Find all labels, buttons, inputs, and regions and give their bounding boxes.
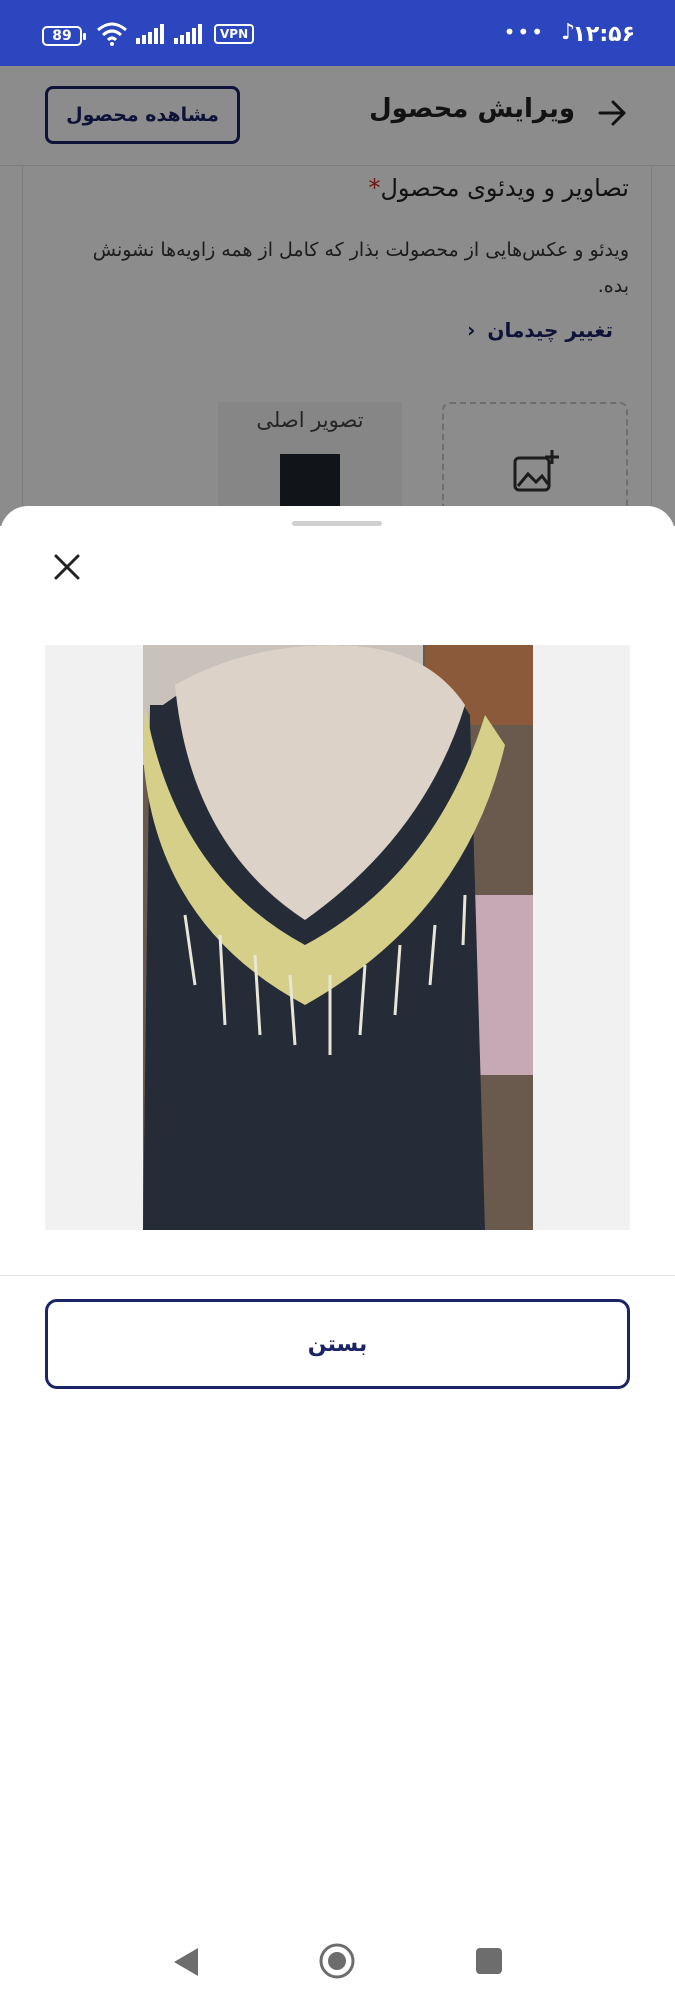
sheet-divider: [0, 1275, 675, 1276]
signal-icon-2: [174, 24, 202, 44]
nav-home-icon[interactable]: [318, 1942, 356, 1980]
signal-icon: [136, 24, 164, 44]
battery-icon: 89: [42, 26, 86, 46]
wifi-icon: [97, 22, 127, 46]
status-time: ۱۲:۵۶: [572, 22, 635, 47]
nav-back-icon[interactable]: [172, 1946, 200, 1978]
nav-recents-icon[interactable]: [476, 1948, 502, 1974]
modal-overlay[interactable]: [0, 66, 675, 526]
dress-image: [143, 645, 533, 1230]
battery-level: 89: [52, 28, 72, 44]
system-nav-bar: [0, 1916, 675, 2006]
more-icon: •••: [503, 20, 545, 44]
vpn-badge: VPN: [214, 24, 255, 44]
status-bar: 89 VPN ••• ♪ ۱۲:۵۶: [0, 0, 675, 66]
drag-handle[interactable]: [292, 521, 382, 526]
image-preview-sheet: بستن: [0, 506, 675, 1979]
product-photo: [45, 645, 630, 1230]
close-button[interactable]: بستن: [45, 1299, 630, 1389]
close-icon[interactable]: [50, 550, 84, 584]
